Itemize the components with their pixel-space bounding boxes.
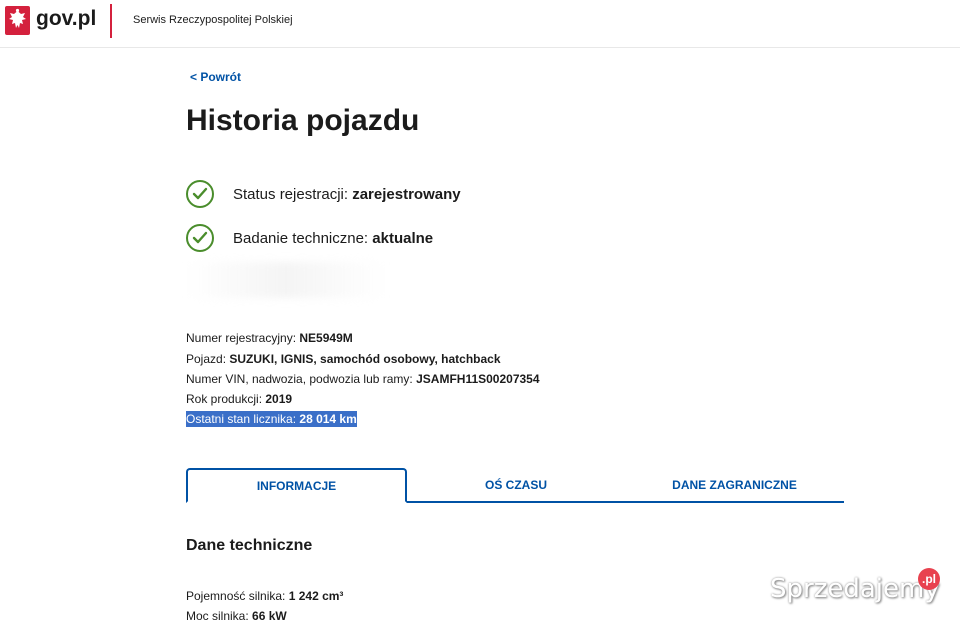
- registration-status-label: Status rejestracji:: [233, 185, 353, 203]
- inspection-status-label: Badanie techniczne:: [233, 229, 373, 247]
- production-year-value: 2019: [265, 392, 293, 406]
- tab-bar: INFORMACJE OŚ CZASU DANE ZAGRANICZNE: [186, 468, 844, 503]
- check-circle-icon: [186, 180, 214, 208]
- registration-number-line: Numer rejestracyjny: NE5949M: [186, 331, 353, 345]
- odometer-selection: Ostatni stan licznika: 28 014 km: [186, 411, 357, 427]
- vin-label: Numer VIN, nadwozia, podwozia lub ramy:: [186, 372, 417, 386]
- production-year-line: Rok produkcji: 2019: [186, 392, 292, 406]
- vin-value: JSAMFH11S00207354: [416, 372, 540, 386]
- engine-power-line: Moc silnika: 66 kW: [186, 609, 287, 623]
- service-name: Serwis Rzeczypospolitej Polskiej: [133, 14, 293, 26]
- odometer-line: Ostatni stan licznika: 28 014 km: [186, 411, 357, 427]
- section-title: Dane techniczne: [186, 537, 313, 554]
- vehicle-line: Pojazd: SUZUKI, IGNIS, samochód osobowy,…: [186, 352, 501, 366]
- site-header: gov.pl Serwis Rzeczypospolitej Polskiej: [0, 0, 960, 48]
- inspection-status-text: Badanie techniczne: aktualne: [233, 230, 433, 247]
- odometer-label: Ostatni stan licznika:: [186, 412, 300, 426]
- inspection-status-value: aktualne: [372, 229, 434, 247]
- tab-dane-zagraniczne[interactable]: DANE ZAGRANICZNE: [625, 468, 844, 501]
- odometer-value: 28 014 km: [299, 412, 357, 426]
- engine-power-label: Moc silnika:: [186, 609, 253, 623]
- gov-pl-logo-text[interactable]: gov.pl: [36, 7, 96, 31]
- watermark-text: Sprzedajemy: [770, 574, 940, 604]
- watermark-badge: .pl: [918, 568, 940, 590]
- production-year-label: Rok produkcji:: [186, 392, 266, 406]
- back-link[interactable]: < Powrót: [190, 70, 241, 84]
- check-circle-icon: [186, 224, 214, 252]
- registration-status-row: Status rejestracji: zarejestrowany: [186, 179, 461, 209]
- registration-number-label: Numer rejestracyjny:: [186, 331, 300, 345]
- polish-eagle-icon[interactable]: [5, 6, 30, 35]
- registration-status-value: zarejestrowany: [352, 185, 461, 203]
- registration-status-text: Status rejestracji: zarejestrowany: [233, 186, 461, 203]
- tab-informacje[interactable]: INFORMACJE: [186, 468, 407, 503]
- header-divider: [110, 4, 112, 38]
- page-title: Historia pojazdu: [186, 104, 420, 137]
- engine-capacity-label: Pojemność silnika:: [186, 589, 289, 603]
- blurred-area: [186, 262, 386, 298]
- inspection-status-row: Badanie techniczne: aktualne: [186, 223, 433, 253]
- tab-os-czasu[interactable]: OŚ CZASU: [407, 468, 625, 501]
- engine-power-value: 66 kW: [252, 609, 287, 623]
- engine-capacity-value: 1 242 cm³: [288, 589, 344, 603]
- vehicle-label: Pojazd:: [186, 352, 230, 366]
- vehicle-value: SUZUKI, IGNIS, samochód osobowy, hatchba…: [229, 352, 501, 366]
- vin-line: Numer VIN, nadwozia, podwozia lub ramy: …: [186, 372, 540, 386]
- engine-capacity-line: Pojemność silnika: 1 242 cm³: [186, 589, 343, 603]
- registration-number-value: NE5949M: [299, 331, 353, 345]
